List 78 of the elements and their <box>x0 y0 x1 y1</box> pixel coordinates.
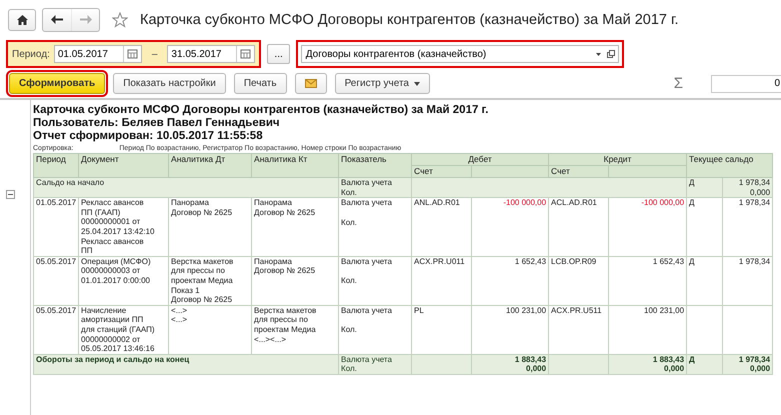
table-cell: 1 978,34 <box>722 256 773 306</box>
sum-symbol: Σ <box>674 75 683 92</box>
sum-field: 0 <box>711 74 781 92</box>
table-cell: 1 978,34 <box>722 198 773 256</box>
table-cell: ANL.AD.R01 <box>412 198 472 256</box>
table-cell: Операция (МСФО) 00000000003 от 01.01.2017 0:00:00 <box>78 256 169 306</box>
column-header: Счет <box>548 166 609 178</box>
column-header: Текущее сальдо <box>686 154 773 178</box>
forward-arrow-icon <box>80 15 92 24</box>
table-cell: Валюта учета Кол. <box>338 198 412 256</box>
column-header: Показатель <box>338 154 412 178</box>
column-header: Дебет <box>412 154 549 166</box>
generate-button[interactable]: Сформировать <box>9 73 106 94</box>
mail-button[interactable] <box>294 73 327 94</box>
table-cell: 1 883,43 0,000 <box>472 354 549 374</box>
toolbar-button[interactable]: Печать <box>234 73 287 94</box>
table-cell: Сальдо на начало <box>34 178 339 198</box>
table-cell: Валюта учета Кол. <box>338 354 412 374</box>
table-cell: PL <box>412 305 472 354</box>
back-arrow-icon <box>51 15 63 24</box>
table-cell: <...> <...> <box>168 305 252 354</box>
table-cell: Верстка макетов для прессы по проектам Медиа Показ 1 Договор № 2625 <box>168 256 252 306</box>
table-cell: 1 652,43 <box>472 256 549 306</box>
table-cell: Начисление амортизации ПП для станций (ГААП) 00000000002 от 05.05.2017 13:46:16 <box>78 305 169 354</box>
table-cell: -100 000,00 <box>472 198 549 256</box>
dash-text: – <box>152 48 158 60</box>
table-cell: ACX.PR.U011 <box>412 256 472 306</box>
date-from-field[interactable]: 01.05.2017 <box>54 45 142 63</box>
caret-icon[interactable] <box>596 52 601 56</box>
table-cell: Рекласс авансов ПП (ГААП) 00000000001 от 25.04.2017 13:42:10 Рекласс авансов ПП <box>78 198 169 256</box>
table-cell: Панорама Договор № 2625 <box>252 256 339 306</box>
table-cell: Панорама Договор № 2625 <box>252 198 339 256</box>
table-cell: Обороты за период и сальдо на конец <box>34 354 339 374</box>
column-header: Счет <box>412 166 472 178</box>
caret-icon <box>414 82 420 86</box>
table-cell: Панорама Договор № 2625 <box>168 198 252 256</box>
balance-side-cell: Д <box>686 178 723 198</box>
column-header: Документ <box>78 154 169 178</box>
date-to-field[interactable]: 31.05.2017 <box>167 45 256 63</box>
balance-side-cell: Д <box>686 354 723 374</box>
table-cell: 05.05.2017 <box>34 256 79 306</box>
subconto-field[interactable]: Договоры контрагентов (казначейство) <box>300 45 619 63</box>
table-cell: LCB.OP.R09 <box>548 256 609 306</box>
balance-side-cell: Д <box>686 198 723 256</box>
column-header: Аналитика Дт <box>168 154 252 178</box>
period-label: Период: <box>12 48 50 60</box>
register-dropdown[interactable]: Регистр учета <box>334 73 430 94</box>
column-header: Кредит <box>548 154 687 166</box>
toolbar-button[interactable]: Показать настройки <box>113 73 226 94</box>
more-button[interactable]: ... <box>267 44 290 64</box>
table-cell: -100 000,00 <box>608 198 687 256</box>
table-cell: Валюта учета Кол. <box>338 178 412 198</box>
report-title: Карточка субконто МСФО Договоры контрагентов (казначейство) за Май 2017 г. <box>33 104 490 117</box>
collapse-icon[interactable] <box>6 190 15 199</box>
report-user: Пользователь: Беляев Павел Геннадьевич <box>33 117 281 130</box>
table-cell: Валюта учета Кол. <box>338 256 412 306</box>
home-icon <box>16 14 28 24</box>
column-header: Период <box>34 154 79 178</box>
table-cell: Валюта учета Кол. <box>338 305 412 354</box>
column-header: Аналитика Кт <box>252 154 339 178</box>
table-cell: 05.05.2017 <box>34 305 79 354</box>
table-cell: Верстка макетов для прессы по проектам Медиа <...><...> <box>252 305 339 354</box>
home-button[interactable] <box>8 8 36 30</box>
envelope-icon <box>304 79 317 88</box>
star-icon[interactable] <box>112 12 128 28</box>
table-cell: 01.05.2017 <box>34 198 79 256</box>
table-cell: 1 978,34 0,000 <box>722 178 773 198</box>
table-cell: 1 978,34 0,000 <box>722 354 773 374</box>
report-date: Отчет сформирован: 10.05.2017 11:55:58 <box>33 130 264 143</box>
window-title: Карточка субконто МСФО Договоры контрагентов (казначейство) за Май 2017 г. <box>140 12 679 28</box>
table-cell: 1 883,43 0,000 <box>608 354 687 374</box>
open-form-icon[interactable] <box>606 50 615 58</box>
table-cell: 100 231,00 <box>608 305 687 354</box>
table-cell: 1 652,43 <box>608 256 687 306</box>
table-cell: 100 231,00 <box>472 305 549 354</box>
table-cell: ACL.AD.R01 <box>548 198 609 256</box>
table-cell: ACX.PR.U511 <box>548 305 609 354</box>
balance-side-cell: Д <box>686 256 723 306</box>
